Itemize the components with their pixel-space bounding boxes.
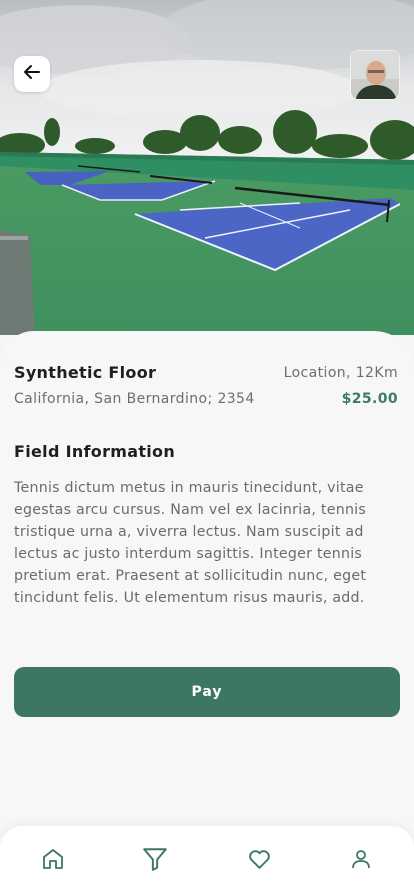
nav-profile[interactable] bbox=[346, 846, 376, 876]
field-info-heading: Field Information bbox=[14, 442, 176, 461]
nav-filter[interactable] bbox=[140, 846, 170, 876]
home-icon bbox=[41, 847, 65, 875]
field-info-text: Tennis dictum metus in mauris tinecidunt… bbox=[14, 480, 367, 606]
filter-icon bbox=[142, 846, 168, 876]
nav-home[interactable] bbox=[38, 846, 68, 876]
user-avatar[interactable] bbox=[350, 50, 400, 100]
pay-button[interactable]: Pay bbox=[14, 667, 400, 717]
bottom-nav bbox=[0, 826, 414, 896]
nav-favorites[interactable] bbox=[244, 846, 274, 876]
back-button[interactable] bbox=[14, 56, 50, 92]
field-price: $25.00 bbox=[341, 391, 398, 407]
content-sheet bbox=[0, 331, 414, 896]
location-distance: Location, 12Km bbox=[283, 365, 398, 381]
arrow-left-icon bbox=[22, 62, 42, 86]
field-name: Synthetic Floor bbox=[14, 363, 157, 382]
field-address: California, San Bernardino; 2354 bbox=[14, 391, 255, 407]
heart-icon bbox=[247, 847, 272, 876]
profile-icon bbox=[349, 847, 373, 875]
